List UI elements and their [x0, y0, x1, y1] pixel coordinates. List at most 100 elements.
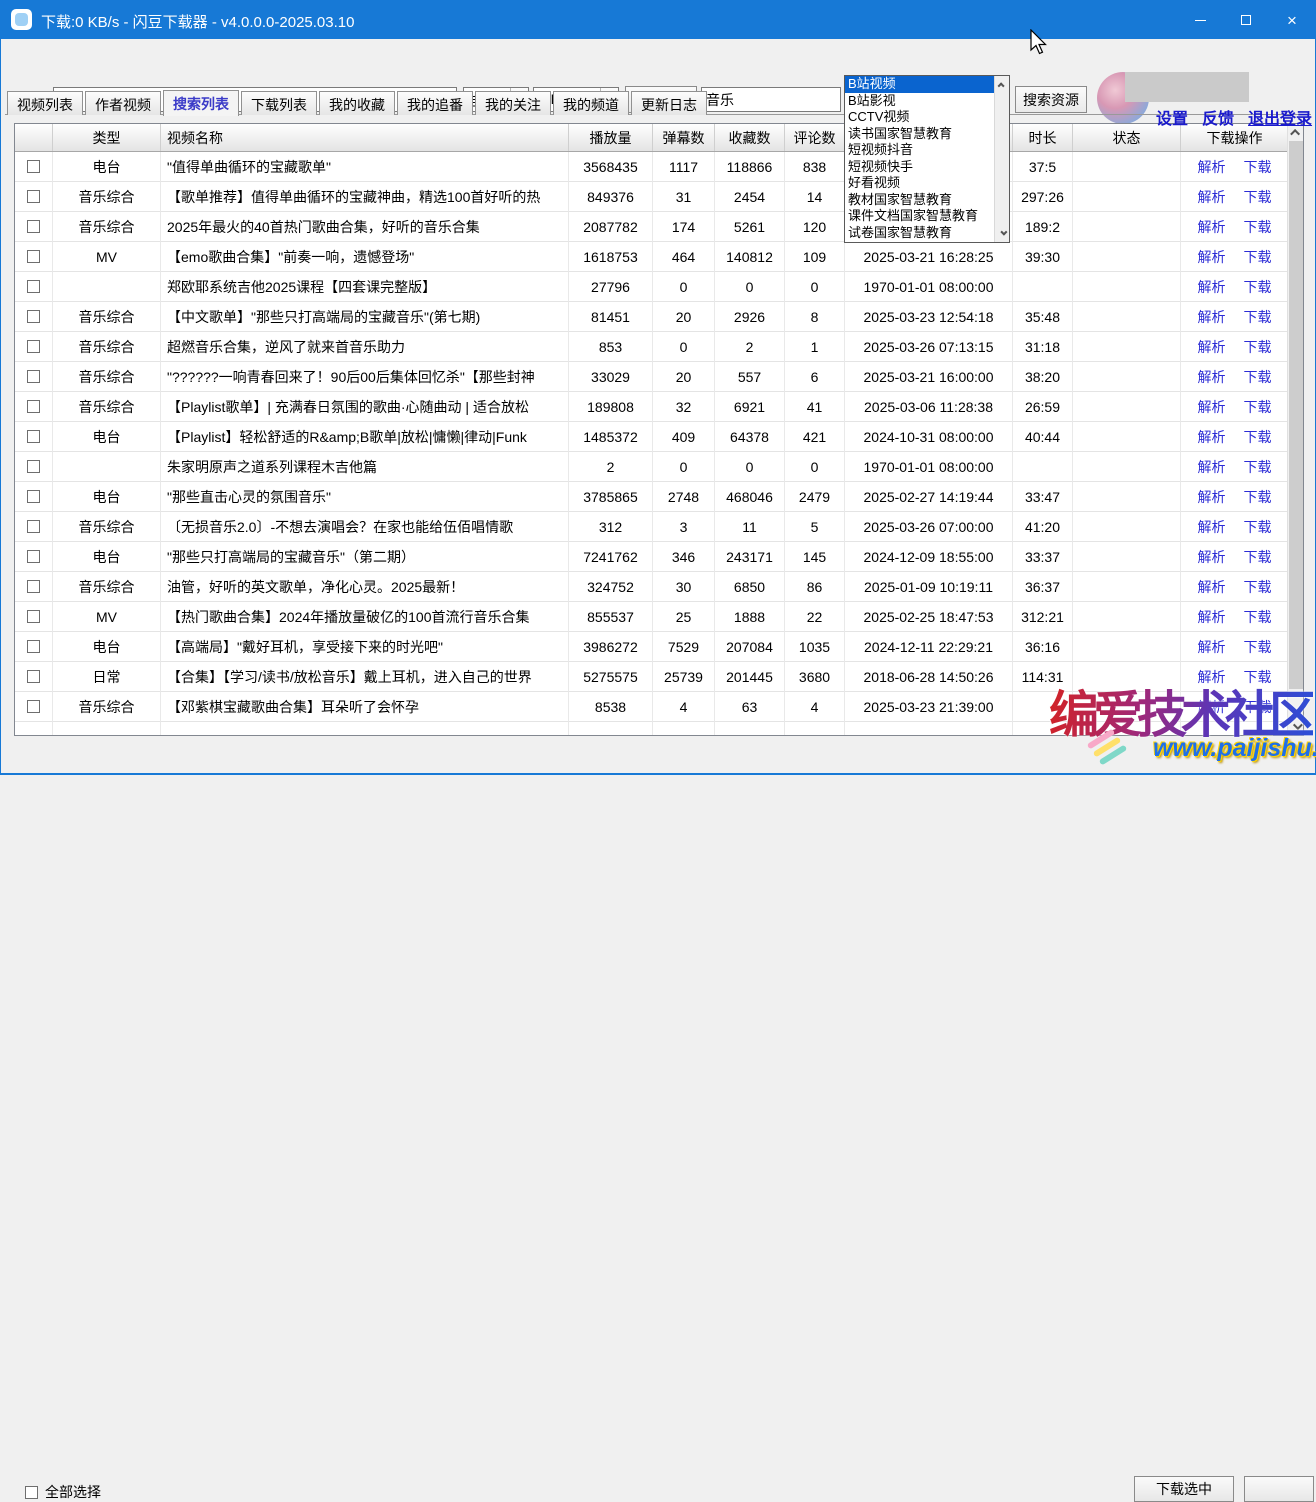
- row-checkbox[interactable]: [27, 580, 40, 593]
- parse-link[interactable]: 解析: [1198, 397, 1226, 417]
- cell-favorites: 11: [715, 512, 785, 542]
- row-checkbox[interactable]: [27, 670, 40, 683]
- row-checkbox[interactable]: [27, 460, 40, 473]
- column-header-1[interactable]: 类型: [53, 124, 161, 151]
- row-checkbox[interactable]: [27, 370, 40, 383]
- dropdown-option-9[interactable]: 试卷国家智慧教育: [845, 225, 995, 242]
- row-checkbox[interactable]: [27, 430, 40, 443]
- search-resource-button[interactable]: 搜索资源: [1015, 86, 1087, 113]
- secondary-download-button[interactable]: [1244, 1476, 1314, 1502]
- row-checkbox[interactable]: [27, 700, 40, 713]
- close-button[interactable]: ×: [1269, 1, 1315, 39]
- column-header-4[interactable]: 弹幕数: [653, 124, 715, 151]
- parse-link[interactable]: 解析: [1198, 337, 1226, 357]
- dropdown-option-7[interactable]: 教材国家智慧教育: [845, 192, 995, 209]
- tab-6[interactable]: 我的关注: [475, 91, 551, 115]
- scrollbar-thumb[interactable]: [1289, 141, 1303, 689]
- tab-7[interactable]: 我的频道: [553, 91, 629, 115]
- parse-link[interactable]: 解析: [1198, 637, 1226, 657]
- tab-0[interactable]: 视频列表: [7, 91, 83, 115]
- row-checkbox[interactable]: [27, 250, 40, 263]
- dropdown-option-2[interactable]: CCTV视频: [845, 109, 995, 126]
- minimize-button[interactable]: [1177, 1, 1223, 39]
- download-link[interactable]: 下载: [1244, 307, 1272, 327]
- column-header-3[interactable]: 播放量: [569, 124, 653, 151]
- download-link[interactable]: 下载: [1244, 547, 1272, 567]
- tab-1[interactable]: 作者视频: [85, 91, 161, 115]
- scroll-up-icon[interactable]: [995, 77, 1009, 92]
- tab-4[interactable]: 我的收藏: [319, 91, 395, 115]
- tab-2[interactable]: 搜索列表: [163, 90, 239, 116]
- download-link[interactable]: 下载: [1244, 607, 1272, 627]
- select-all-checkbox[interactable]: [25, 1486, 38, 1499]
- column-header-2[interactable]: 视频名称: [161, 124, 569, 151]
- download-link[interactable]: 下载: [1244, 637, 1272, 657]
- dropdown-option-0[interactable]: B站视频: [845, 76, 995, 93]
- column-header-5[interactable]: 收藏数: [715, 124, 785, 151]
- parse-link[interactable]: 解析: [1198, 517, 1226, 537]
- parse-link[interactable]: 解析: [1198, 307, 1226, 327]
- parse-link[interactable]: 解析: [1198, 247, 1226, 267]
- parse-link[interactable]: 解析: [1198, 277, 1226, 297]
- download-link[interactable]: 下载: [1244, 577, 1272, 597]
- parse-link[interactable]: 解析: [1198, 457, 1226, 477]
- row-checkbox[interactable]: [27, 340, 40, 353]
- row-checkbox[interactable]: [27, 490, 40, 503]
- row-checkbox[interactable]: [27, 640, 40, 653]
- vertical-scrollbar[interactable]: [1287, 124, 1303, 735]
- download-link[interactable]: 下载: [1244, 217, 1272, 237]
- download-link[interactable]: 下载: [1244, 517, 1272, 537]
- row-checkbox[interactable]: [27, 190, 40, 203]
- column-header-8[interactable]: 时长: [1013, 124, 1073, 151]
- dropdown-scrollbar[interactable]: [994, 76, 1009, 242]
- settings-link[interactable]: 设置: [1156, 111, 1188, 128]
- logout-link[interactable]: 退出登录: [1248, 111, 1312, 128]
- parse-link[interactable]: 解析: [1198, 217, 1226, 237]
- tab-5[interactable]: 我的追番: [397, 91, 473, 115]
- download-link[interactable]: 下载: [1244, 277, 1272, 297]
- column-header-0[interactable]: [15, 124, 53, 151]
- dropdown-option-3[interactable]: 读书国家智慧教育: [845, 126, 995, 143]
- parse-link[interactable]: 解析: [1198, 157, 1226, 177]
- scroll-down-icon[interactable]: [995, 226, 1009, 241]
- download-link[interactable]: 下载: [1244, 367, 1272, 387]
- download-link[interactable]: 下载: [1244, 487, 1272, 507]
- row-checkbox[interactable]: [27, 610, 40, 623]
- parse-link[interactable]: 解析: [1198, 427, 1226, 447]
- dropdown-option-5[interactable]: 短视频快手: [845, 159, 995, 176]
- dropdown-option-8[interactable]: 课件文档国家智慧教育: [845, 208, 995, 225]
- feedback-link[interactable]: 反馈: [1202, 111, 1234, 128]
- maximize-button[interactable]: [1223, 1, 1269, 39]
- parse-link[interactable]: 解析: [1198, 487, 1226, 507]
- download-link[interactable]: 下载: [1244, 397, 1272, 417]
- search-keyword-input[interactable]: [701, 87, 841, 112]
- parse-link[interactable]: 解析: [1198, 367, 1226, 387]
- cell-name: 【Playlist歌单】| 充满春日氛围的歌曲·心随曲动 | 适合放松: [161, 392, 569, 422]
- parse-link[interactable]: 解析: [1198, 607, 1226, 627]
- download-link[interactable]: 下载: [1244, 337, 1272, 357]
- download-link[interactable]: 下载: [1244, 187, 1272, 207]
- cell-duration: 33:47: [1013, 482, 1073, 512]
- download-selected-button[interactable]: 下载选中: [1134, 1476, 1234, 1502]
- row-checkbox[interactable]: [27, 520, 40, 533]
- dropdown-option-6[interactable]: 好看视频: [845, 175, 995, 192]
- parse-link[interactable]: 解析: [1198, 547, 1226, 567]
- row-checkbox[interactable]: [27, 400, 40, 413]
- download-link[interactable]: 下载: [1244, 457, 1272, 477]
- parse-link[interactable]: 解析: [1198, 577, 1226, 597]
- row-checkbox[interactable]: [27, 220, 40, 233]
- row-checkbox[interactable]: [27, 550, 40, 563]
- tab-8[interactable]: 更新日志: [631, 91, 707, 115]
- download-link[interactable]: 下载: [1244, 427, 1272, 447]
- row-checkbox[interactable]: [27, 310, 40, 323]
- download-link[interactable]: 下载: [1244, 247, 1272, 267]
- download-link[interactable]: 下载: [1244, 157, 1272, 177]
- dropdown-option-1[interactable]: B站影视: [845, 93, 995, 110]
- parse-link[interactable]: 解析: [1198, 187, 1226, 207]
- row-checkbox[interactable]: [27, 280, 40, 293]
- column-header-6[interactable]: 评论数: [785, 124, 845, 151]
- cell-plays: 27796: [569, 272, 653, 302]
- dropdown-option-4[interactable]: 短视频抖音: [845, 142, 995, 159]
- row-checkbox[interactable]: [27, 160, 40, 173]
- tab-3[interactable]: 下载列表: [241, 91, 317, 115]
